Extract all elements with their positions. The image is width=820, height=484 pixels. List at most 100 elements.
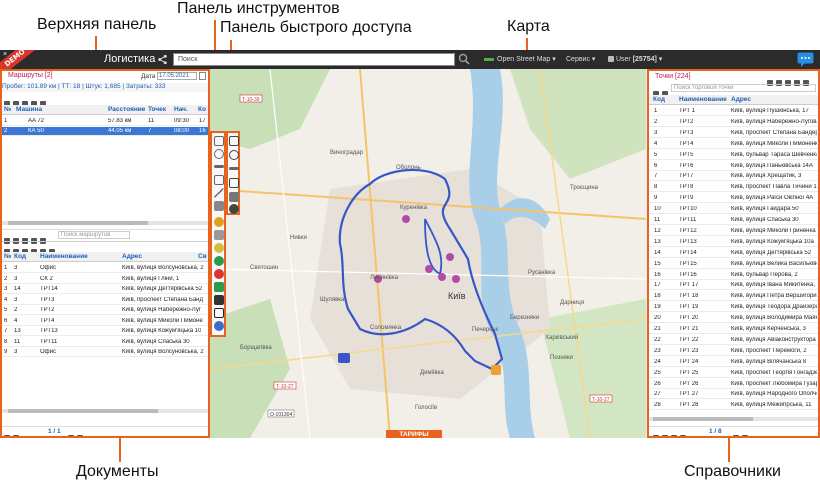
directory-row[interactable]: 1 ТРТ 1 Київ, вулиця Пушкінська, 17	[649, 107, 818, 116]
quick-fit-icon[interactable]	[229, 136, 239, 146]
col-car[interactable]: Машина	[16, 106, 76, 113]
directory-row[interactable]: 20 ТРТ 20 Київ, вулиця Володимира Маяков	[649, 314, 818, 324]
point-row[interactable]: 1 3 Офис Київ, вулиця Волсуновська, 2	[2, 264, 208, 273]
col-start[interactable]: Нач.	[174, 106, 196, 113]
help-icon[interactable]	[214, 321, 224, 331]
col-code[interactable]: Код	[14, 253, 36, 260]
directory-row[interactable]: 23 ТРТ 23 Київ, проспект Перемоги, 2	[649, 347, 818, 356]
map-marker[interactable]	[438, 273, 446, 281]
line-tool-icon[interactable]	[214, 165, 224, 168]
col-address[interactable]: Адрес	[122, 253, 194, 260]
col-code[interactable]: Код	[653, 96, 675, 103]
quick-route-icon[interactable]	[229, 167, 239, 170]
route-row-selected[interactable]: 2 КА 50 44.05 км 7 08:00 16	[2, 127, 208, 136]
directory-row[interactable]: 24 ТРТ 24 Київ, вулиця Вілячанська 8	[649, 358, 818, 367]
service-menu[interactable]: Сервис ▾	[566, 55, 595, 63]
stop-tool-icon[interactable]	[214, 269, 224, 279]
point-row[interactable]: 3 14 ТРТ14 Київ, вулиця Дегтярівська 52	[2, 285, 208, 294]
quick-settings-icon[interactable]	[229, 204, 239, 214]
directory-row[interactable]: 11 ТРТ11 Київ, вулиця Спаська 30	[649, 216, 818, 225]
zone-tool-icon[interactable]	[214, 282, 224, 292]
chat-icon[interactable]	[797, 52, 814, 67]
calendar-icon[interactable]	[199, 72, 206, 80]
directory-row[interactable]: 27 ТРТ 27 Київ, вулиця Народного Ополчен	[649, 390, 818, 400]
directory-row[interactable]: 15 ТРТ15 Київ, вулиця Велика Васильківсь	[649, 260, 818, 269]
map-marker[interactable]	[452, 275, 460, 283]
col-end[interactable]: Ко	[198, 106, 208, 113]
directory-row[interactable]: 19 ТРТ 19 Київ, вулиця Теодора Драйзера,	[649, 303, 818, 313]
routes-search-input[interactable]: Поиск маршрутов	[58, 231, 130, 239]
directory-row[interactable]: 18 ТРТ 18 Київ, вулиця Петра Вершигори, 1	[649, 292, 818, 302]
add-icon[interactable]	[653, 434, 659, 436]
directory-row[interactable]: 2 ТРТ2 Київ, вулиця Набережно-Лугова 9	[649, 118, 818, 127]
point-row[interactable]: 8 11 ТРТ11 Київ, вулиця Спаська 30	[2, 338, 208, 347]
poi-tool-icon[interactable]	[214, 217, 224, 227]
map-canvas[interactable]: Київ Оболонь Виноградар Куренівка Лук'ян…	[210, 69, 646, 438]
col-points[interactable]: Точек	[148, 106, 172, 113]
directory-row[interactable]: 21 ТРТ 21 Київ, вулиця Керченська, 3	[649, 325, 818, 334]
point-row[interactable]: 2 3 СК 2 Київ, вулиця Гліни, 1	[2, 275, 208, 284]
directory-row[interactable]: 9 ТРТ9 Київ, вулиця Раїси Окіпної 4А	[649, 194, 818, 204]
layers-tool-icon[interactable]	[214, 201, 224, 211]
directory-row[interactable]: 25 ТРТ 25 Київ, проспект Георгія Гонгадзе,	[649, 369, 818, 378]
directory-row[interactable]: 22 ТРТ 22 Київ, вулиця Авіаконструктора А	[649, 336, 818, 345]
col-name[interactable]: Наименование	[40, 253, 110, 260]
tariffs-tab[interactable]: ТАРИФЫ	[386, 430, 442, 438]
traffic-light-icon[interactable]	[214, 295, 224, 305]
col-name[interactable]: Наименование	[679, 96, 729, 103]
copy-icon[interactable]	[680, 434, 686, 436]
directory-row[interactable]: 4 ТРТ4 Київ, вулиця Миколи Пимоненка	[649, 140, 818, 149]
pager-last-icon[interactable]	[742, 434, 748, 436]
select-tool-icon[interactable]	[214, 136, 224, 146]
map-view[interactable]: Київ Оболонь Виноградар Куренівка Лук'ян…	[210, 69, 646, 438]
close-icon[interactable]: ×	[3, 51, 7, 58]
quick-locate-icon[interactable]	[229, 150, 239, 160]
polygon-tool-icon[interactable]	[214, 175, 224, 185]
depot-marker[interactable]	[491, 365, 501, 375]
share-icon[interactable]	[157, 54, 168, 65]
directory-row[interactable]: 10 ТРТ10 Київ, вулиця Гайдара 50	[649, 205, 818, 215]
directory-row[interactable]: 6 ТРТ6 Київ, вулиця Паньківська 14А	[649, 162, 818, 171]
directory-row[interactable]: 5 ТРТ5 Київ, бульвар Тараса Шевченка,	[649, 151, 818, 160]
map-marker[interactable]	[402, 215, 410, 223]
marker-tool-icon[interactable]	[214, 149, 224, 159]
directory-search-input[interactable]: Поиск торговой точки	[671, 84, 816, 92]
cut-tool-icon[interactable]	[214, 230, 224, 240]
green-tool-icon[interactable]	[214, 256, 224, 266]
directory-row[interactable]: 8 ТРТ8 Київ, проспект Павла Тичини 18	[649, 183, 818, 193]
user-menu[interactable]: User [25754] ▾	[608, 55, 662, 63]
pager-next-icon[interactable]	[733, 434, 739, 436]
directory-row[interactable]: 3 ТРТ3 Київ, проспект Степана Бандери	[649, 129, 818, 138]
point-row[interactable]: 5 2 ТРТ2 Київ, вулиця Набережно-Луг	[2, 306, 208, 315]
col-address[interactable]: Адрес	[731, 96, 811, 103]
map-marker[interactable]	[425, 265, 433, 273]
col-n[interactable]: №	[4, 253, 14, 260]
directory-scrollbar[interactable]	[649, 417, 818, 421]
traffic-tool-icon[interactable]	[214, 243, 224, 253]
directory-row[interactable]: 16 ТРТ16 Київ, бульвар Перова, 2	[649, 271, 818, 280]
map-provider-select[interactable]: Open Street Map ▾	[484, 55, 556, 63]
directory-row[interactable]: 12 ТРТ12 Київ, вулиця Миколи Гриненка 4	[649, 227, 818, 236]
pager-prev-icon[interactable]	[13, 434, 19, 436]
col-num[interactable]: №	[4, 106, 14, 113]
search-input[interactable]: Поиск	[173, 53, 455, 66]
map-marker[interactable]	[446, 253, 454, 261]
date-input[interactable]: 17.05.2021	[157, 72, 197, 80]
delete-icon[interactable]	[671, 434, 677, 436]
points-scroll-thumb[interactable]	[8, 409, 158, 413]
ruler-tool-icon[interactable]	[214, 188, 224, 198]
point-row[interactable]: 6 4 ТРТ4 Київ, вулиця Миколи Пимоне	[2, 317, 208, 326]
point-row[interactable]: 7 13 ТРТ13 Київ, вулиця Кожум'яцька 10	[2, 327, 208, 336]
point-row[interactable]: 9 3 Офис Київ, вулиця Волсуновська, 2	[2, 348, 208, 357]
directory-row[interactable]: 14 ТРТ14 Київ, вулиця Дегтярівська 52	[649, 249, 818, 258]
quick-trucks-icon[interactable]	[229, 192, 239, 202]
directory-row[interactable]: 28 ТРТ 28 Київ, вулиця Межигірська, 11	[649, 401, 818, 411]
directory-row[interactable]: 7 ТРТ7 Київ, вулиця Хрещатик, 3	[649, 172, 818, 182]
directory-row[interactable]: 26 ТРТ 26 Київ, проспект Любомира Гузара	[649, 380, 818, 389]
col-extra[interactable]: Св	[198, 253, 208, 260]
routes-scroll-thumb[interactable]	[8, 221, 148, 225]
points-scrollbar[interactable]	[2, 409, 208, 413]
quick-edit-icon[interactable]	[229, 178, 239, 188]
directory-row[interactable]: 17 ТРТ 17 Київ, вулиця Івана Микитенка, 24	[649, 281, 818, 291]
pager-first-icon[interactable]	[4, 434, 10, 436]
